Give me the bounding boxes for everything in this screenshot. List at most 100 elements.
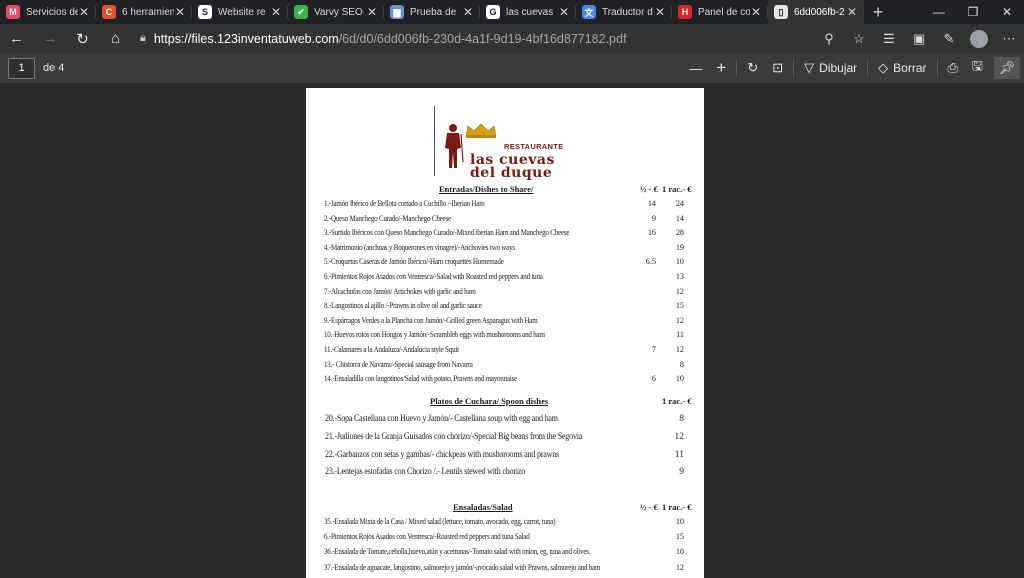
menu-item-description: 4.-Matrimonio (anchoas y Boquerones en v… [324, 242, 515, 252]
menu-item-half-price: 7 [651, 345, 656, 354]
logo-divider [434, 106, 435, 176]
print-button[interactable]: ⎙ [941, 53, 965, 84]
menu-item-description: 6.-Pimientos Rojos Asados con Ventresca/… [324, 272, 543, 281]
browser-tab[interactable]: H Panel de co ✕ [672, 0, 768, 24]
avatar[interactable] [970, 29, 988, 48]
close-tab-icon[interactable]: ✕ [462, 5, 474, 19]
browser-tab[interactable]: C 6 herramien ✕ [96, 0, 192, 24]
tab-title: Varvy SEO [314, 6, 363, 18]
pdf-viewer[interactable]: RESTAURANTE las cuevas del duque Entrada… [0, 84, 1024, 578]
fit-page-button[interactable]: ⊡ [765, 53, 790, 84]
s-logo-icon: S [198, 5, 212, 19]
menu-item: 22.-Garbanzos con setas y gambas/- chick… [306, 449, 704, 466]
check-logo-icon: ✔ [294, 5, 308, 19]
close-window-button[interactable]: ✕ [990, 0, 1024, 24]
window-controls: — ❐ ✕ [922, 0, 1024, 24]
menu-item-full-price: 11 [676, 330, 684, 340]
rotate-button[interactable]: ↻ [740, 53, 765, 84]
menu-item-description: 9.-Espárragos Verdes a la Plancha con Ja… [324, 315, 538, 325]
close-tab-icon[interactable]: ✕ [366, 5, 378, 19]
forward-button[interactable]: → [33, 24, 66, 53]
logo-name-line2: del duque [470, 165, 553, 181]
menu-item-description: 14.-Ensaladilla con langotinos/Salad wit… [324, 374, 518, 384]
minimize-button[interactable]: — [922, 0, 956, 24]
back-button[interactable]: ← [0, 24, 33, 53]
pin-icon: 📌︎ [998, 60, 1016, 75]
tab-strip: M Servicios de ✕ C 6 herramien ✕ S Website re ✕ ✔… [0, 0, 1024, 24]
browser-tab[interactable]: ▯ 6dd006fb-2 ✕ [768, 0, 864, 24]
draw-icon: ▽ [804, 60, 815, 75]
menu-item-half-price: 16 [647, 228, 656, 238]
column-header-full: 1 rac.- € [662, 184, 692, 194]
browser-tab[interactable]: M Servicios de ✕ [0, 0, 96, 24]
toolbar-divider [867, 59, 869, 77]
section-header: Ensaladas/Salad ½ - € 1 rac.- € [306, 502, 704, 514]
page-total: de 4 [43, 62, 65, 74]
menu-item: 23.-Lentejas estofadas con Chorizo /.- L… [306, 466, 704, 483]
collections-icon[interactable]: ▣ [904, 24, 934, 53]
pdf-page: RESTAURANTE las cuevas del duque Entrada… [306, 88, 704, 578]
section-header: Platos de Cuchara/ Spoon dishes 1 rac.- € [306, 396, 704, 408]
close-tab-icon[interactable]: ✕ [750, 5, 762, 19]
menu-item-full-price: 15 [675, 301, 684, 311]
home-icon: ⌂ [110, 30, 121, 47]
menu-item-full-price: 10 [675, 257, 684, 267]
menu-item: 6.-Pimientos Rojos Asados con Ventresca/… [306, 532, 704, 545]
eraser-icon: ◇ [878, 60, 889, 75]
tab-title: las cuevas [506, 6, 554, 18]
browser-tab[interactable]: ▆ Prueba de ✕ [384, 0, 480, 24]
lock-icon: 🔒︎ [140, 32, 146, 44]
new-tab-button[interactable]: + [864, 0, 892, 24]
menu-item: 20.-Sopa Castellana con Huevo y Jamón/- … [306, 413, 704, 430]
menu-item-full-price: 10 [675, 547, 684, 557]
restore-button[interactable]: ❐ [956, 0, 990, 24]
menu-item-full-price: 19 [675, 242, 684, 252]
zoom-out-button[interactable]: — [682, 53, 709, 84]
menu-item-description: 20.-Sopa Castellana con Huevo y Jamón/- … [325, 413, 558, 424]
browser-tab[interactable]: ✔ Varvy SEO ✕ [288, 0, 384, 24]
pin-toolbar-button[interactable]: 📌︎ [994, 57, 1020, 79]
browser-tab[interactable]: S Website re ✕ [192, 0, 288, 24]
restaurant-logo: RESTAURANTE las cuevas del duque [434, 106, 574, 181]
menu-item-full-price: 12 [675, 345, 684, 354]
menu-item-full-price: 14 [675, 213, 684, 223]
refresh-button[interactable]: ↻ [66, 24, 99, 53]
menu-item-full-price: 12 [675, 286, 684, 296]
menu-item-description: 1.-Jamón Ibérico de Bellota cortado a Cu… [324, 199, 485, 208]
favorite-star-icon[interactable]: ☆ [844, 24, 874, 53]
column-header-full: 1 rac.- € [662, 502, 692, 512]
url-field[interactable]: 🔒︎ https://files.123inventatuweb.com/6d/… [132, 28, 782, 50]
erase-button[interactable]: ◇ Borrar [871, 53, 933, 84]
home-button[interactable]: ⌂ [99, 24, 132, 53]
page-number-input[interactable]: 1 [8, 57, 35, 79]
menu-item-description: 22.-Garbanzos con setas y gambas/- chick… [325, 448, 559, 460]
menu-item: 3.-Surtido Ibéricos con Queso Manchego C… [306, 228, 704, 241]
browser-tab[interactable]: 文 Traductor d ✕ [576, 0, 672, 24]
menu-item-full-price: 28 [675, 228, 684, 238]
menu-item-description: 36.-Ensalada de Tomate,cebolla,huevo,atú… [324, 547, 591, 557]
pen-icon[interactable]: ✎ [934, 24, 964, 53]
section-header: Entradas/Dishes to Share/½ - € 1 rac.- € [306, 184, 704, 196]
close-tab-icon[interactable]: ✕ [558, 5, 570, 19]
favorites-list-icon[interactable]: ☰ [874, 24, 904, 53]
toolbar-divider [936, 59, 938, 77]
url-path: /6d/d0/6dd006fb-230d-4a1f-9d19-4bf16d877… [338, 31, 627, 46]
close-tab-icon[interactable]: ✕ [270, 5, 282, 19]
menu-item-full-price: 24 [675, 199, 684, 208]
menu-item-description: 7.-Alcachofas con Jamón/ Artichokes with… [324, 286, 476, 296]
more-menu-icon[interactable]: ⋯ [994, 24, 1024, 53]
tab-title: Prueba de [410, 6, 457, 18]
zoom-icon[interactable]: ⚲ [814, 24, 844, 53]
menu-item-description: 8.-Langostinos al ajillo /-Prawns in oli… [324, 301, 482, 311]
close-tab-icon[interactable]: ✕ [654, 5, 666, 19]
save-button[interactable]: 🖫︎ [965, 53, 990, 84]
section-title: Platos de Cuchara/ Spoon dishes [430, 396, 549, 406]
close-tab-icon[interactable]: ✕ [846, 5, 858, 19]
draw-button[interactable]: ▽ Dibujar [797, 53, 864, 84]
close-tab-icon[interactable]: ✕ [78, 5, 90, 19]
close-tab-icon[interactable]: ✕ [174, 5, 186, 19]
browser-tab[interactable]: Glas cuevas ✕ [480, 0, 576, 24]
tab-title: 6 herramien [122, 6, 174, 18]
zoom-in-button[interactable]: + [709, 53, 733, 84]
menu-item-description: 21.-Judiones de la Granja Guisados con c… [325, 430, 583, 442]
